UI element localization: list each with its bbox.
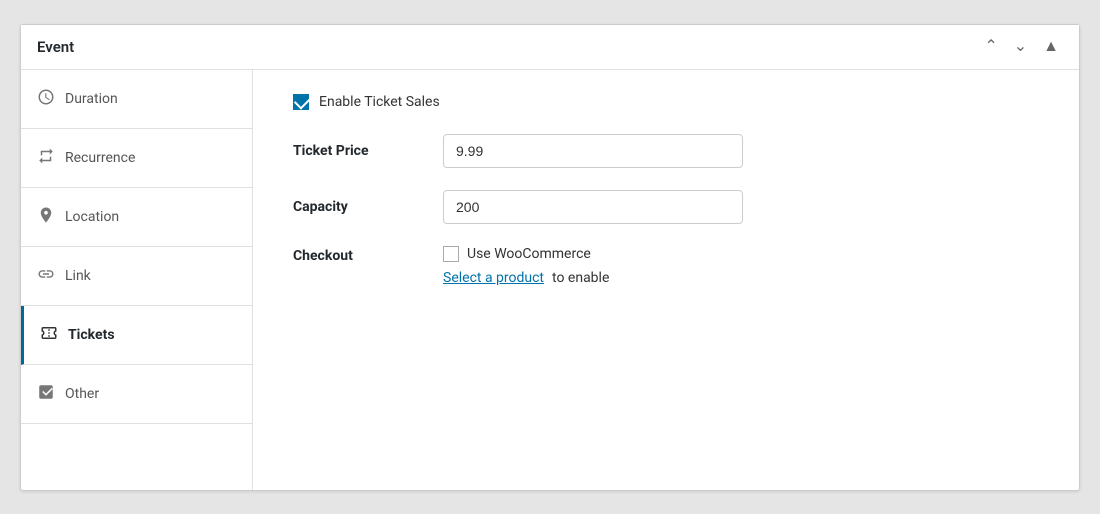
sidebar-item-tickets-label: Tickets — [68, 327, 115, 343]
location-icon — [37, 206, 55, 228]
sidebar-item-other-label: Other — [65, 386, 99, 402]
clock-icon — [37, 88, 55, 110]
select-product-link[interactable]: Select a product — [443, 270, 544, 286]
sidebar-item-link[interactable]: Link — [21, 247, 252, 306]
checkout-row: Checkout Use WooCommerce Select a produc… — [293, 246, 1039, 286]
event-widget: Event ⌃ ⌄ ▲ Duration Recurrence — [20, 24, 1080, 491]
widget-title: Event — [37, 38, 74, 56]
link-icon — [37, 265, 55, 287]
sidebar-item-recurrence[interactable]: Recurrence — [21, 129, 252, 188]
recurrence-icon — [37, 147, 55, 169]
sidebar-item-location-label: Location — [65, 209, 119, 225]
move-up-button[interactable]: ⌃ — [980, 37, 1001, 57]
select-product-option: Select a product to enable — [443, 270, 609, 286]
checkout-options: Use WooCommerce Select a product to enab… — [443, 246, 609, 286]
sidebar-item-link-label: Link — [65, 268, 91, 284]
expand-button[interactable]: ▲ — [1039, 37, 1063, 57]
ticket-price-label: Ticket Price — [293, 143, 443, 159]
sidebar-item-recurrence-label: Recurrence — [65, 150, 135, 166]
to-enable-text: to enable — [552, 270, 609, 286]
woocommerce-option: Use WooCommerce — [443, 246, 609, 262]
woocommerce-checkbox[interactable] — [443, 246, 459, 262]
enable-ticket-sales-row: Enable Ticket Sales — [293, 94, 1039, 110]
capacity-label: Capacity — [293, 199, 443, 215]
sidebar-item-duration-label: Duration — [65, 91, 118, 107]
widget-body: Duration Recurrence Location Link — [21, 70, 1079, 490]
enable-ticket-sales-label: Enable Ticket Sales — [319, 94, 440, 110]
sidebar-item-other[interactable]: Other — [21, 365, 252, 424]
capacity-row: Capacity — [293, 190, 1039, 224]
sidebar-item-duration[interactable]: Duration — [21, 70, 252, 129]
capacity-input[interactable] — [443, 190, 743, 224]
move-down-button[interactable]: ⌄ — [1010, 37, 1031, 57]
ticket-price-row: Ticket Price — [293, 134, 1039, 168]
sidebar: Duration Recurrence Location Link — [21, 70, 253, 490]
tickets-icon — [40, 324, 58, 346]
sidebar-item-location[interactable]: Location — [21, 188, 252, 247]
ticket-price-input[interactable] — [443, 134, 743, 168]
other-icon — [37, 383, 55, 405]
checkout-label: Checkout — [293, 246, 443, 264]
enable-ticket-sales-checkbox[interactable] — [293, 94, 309, 110]
widget-controls: ⌃ ⌄ ▲ — [980, 37, 1063, 57]
sidebar-item-tickets[interactable]: Tickets — [21, 306, 252, 365]
woocommerce-label: Use WooCommerce — [467, 246, 591, 262]
main-content: Enable Ticket Sales Ticket Price Capacit… — [253, 70, 1079, 490]
widget-header: Event ⌃ ⌄ ▲ — [21, 25, 1079, 70]
